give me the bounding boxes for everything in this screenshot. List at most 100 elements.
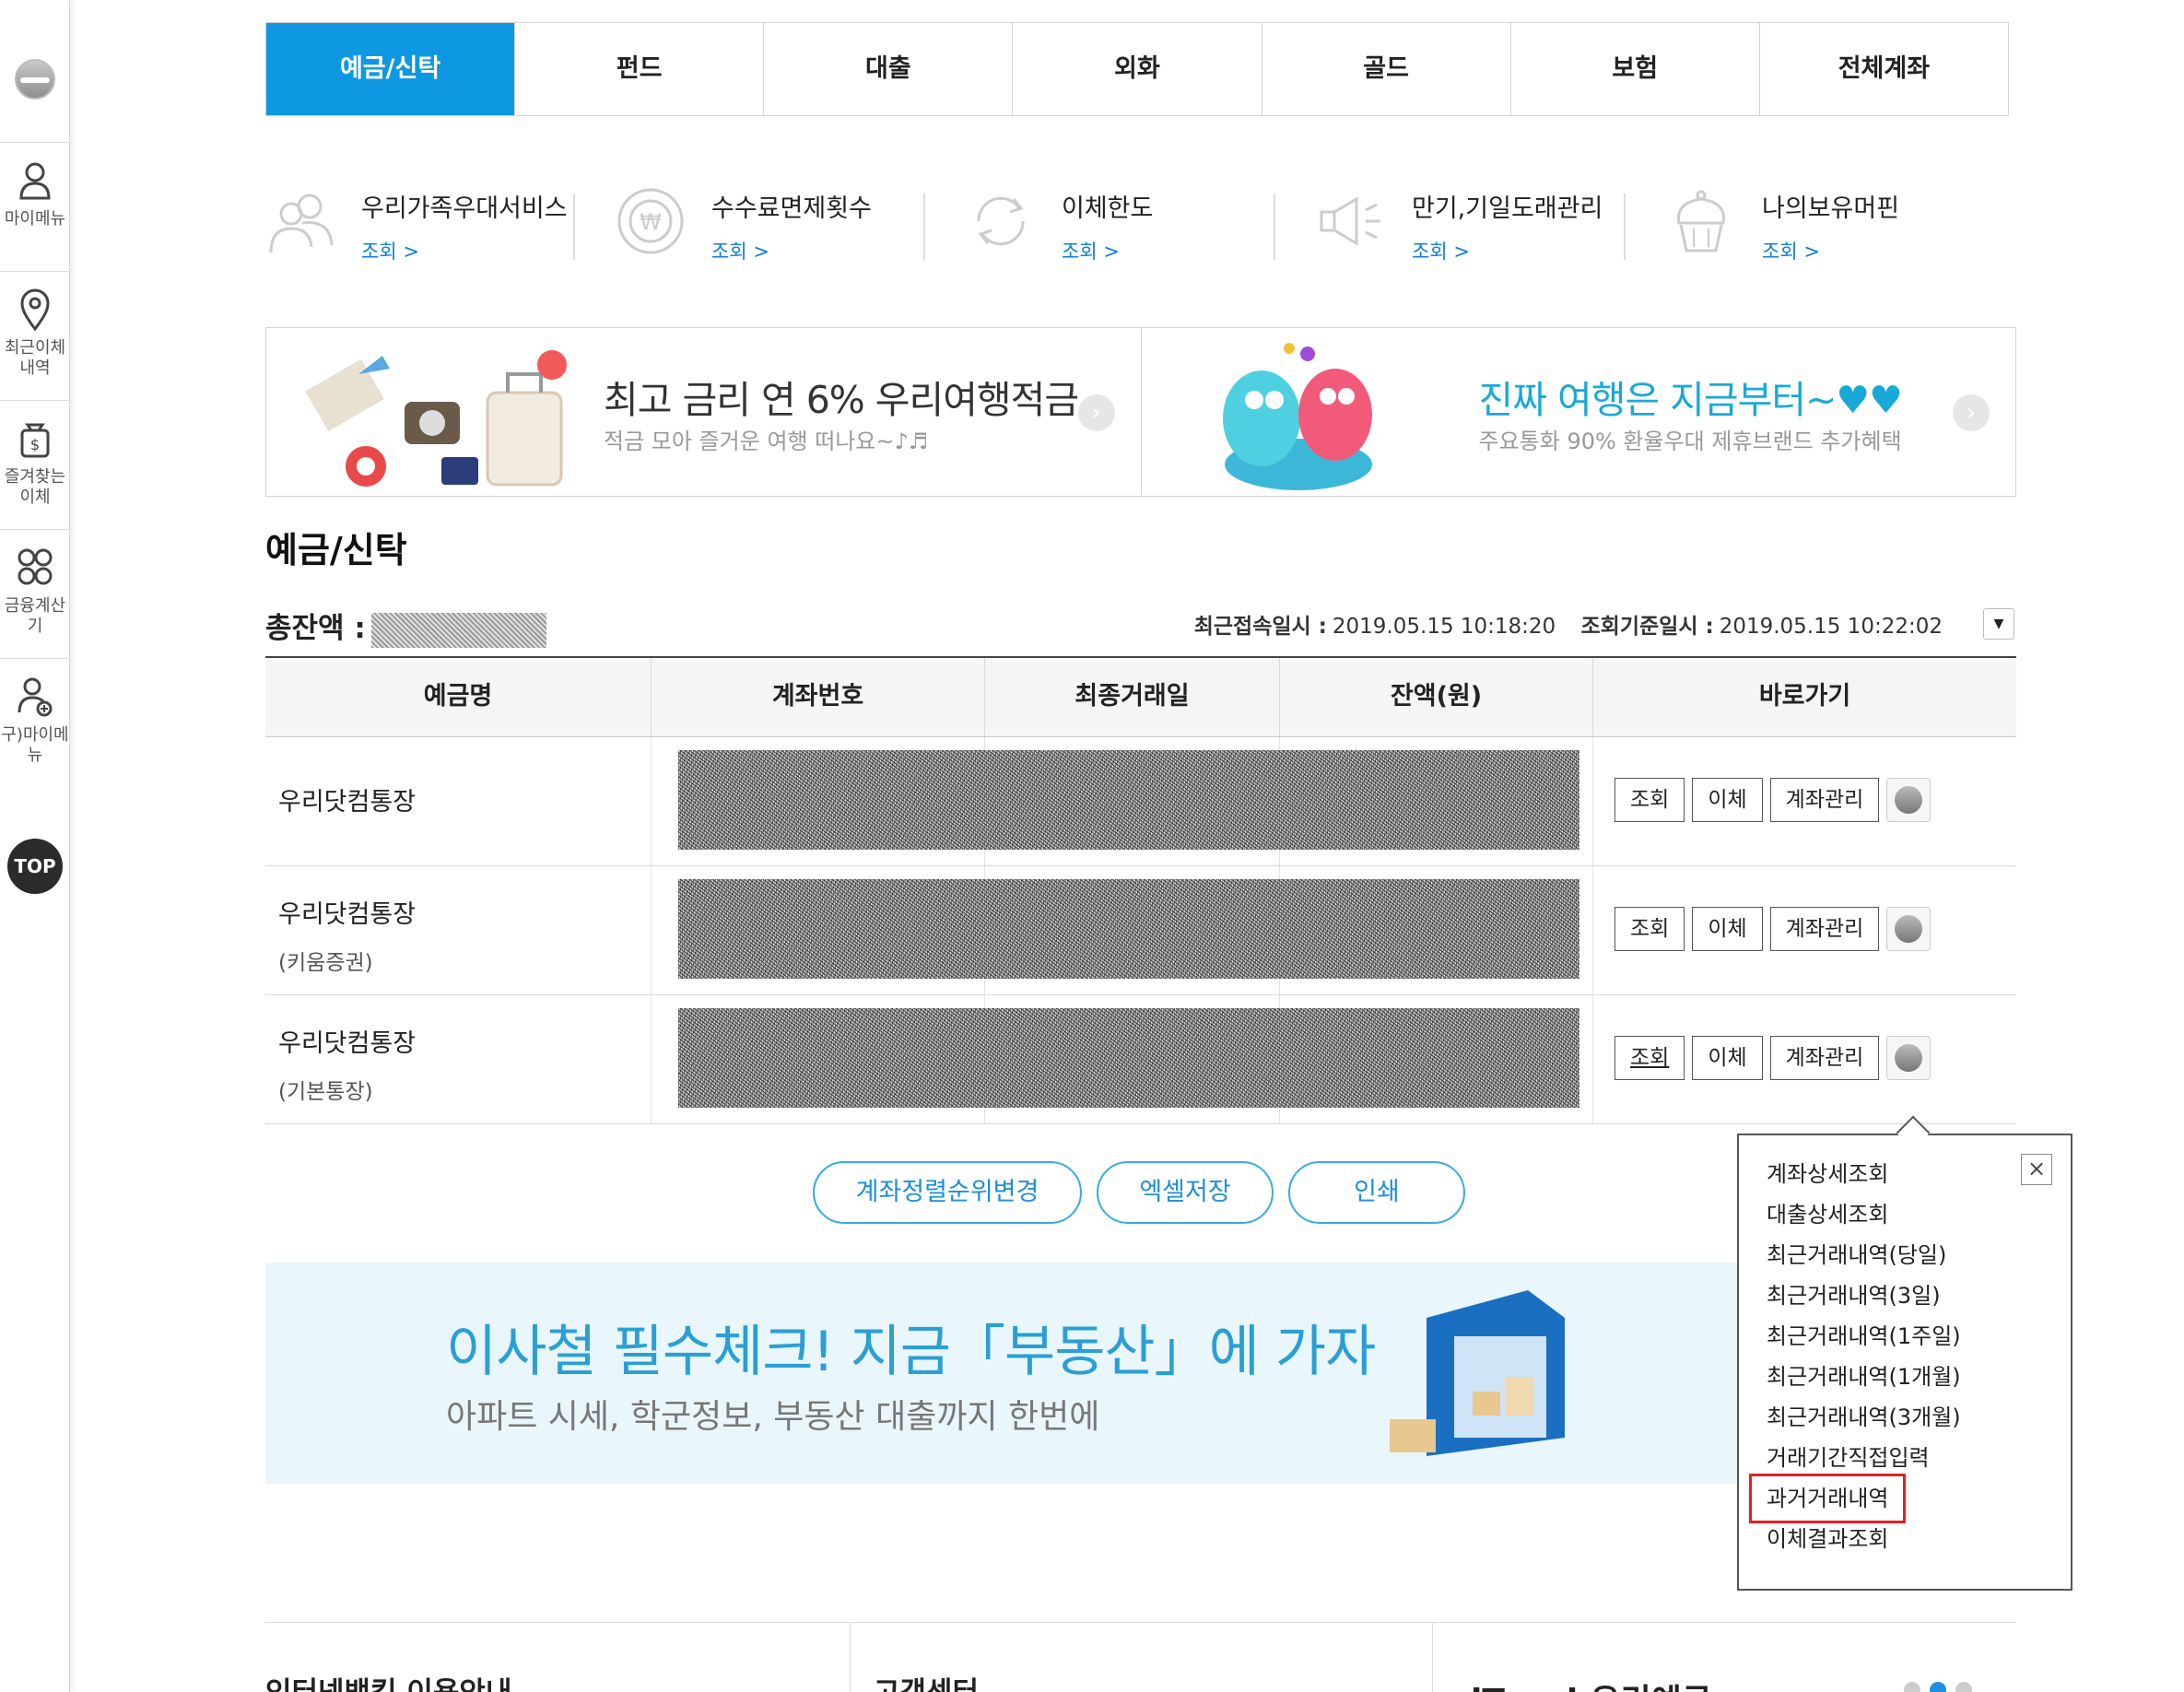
transfer-button[interactable]: 이체: [1692, 907, 1763, 951]
sidebar-label: 금융계산기: [4, 596, 66, 636]
quick-item-fee-waiver: ₩ 수수료면제횟수 조회 >: [573, 177, 966, 280]
banner-travel-exchange[interactable]: 진짜 여행은 지금부터~♥♥ 주요통화 90% 환율우대 제휴브랜드 추가혜택 …: [1140, 328, 2016, 496]
total-balance-label: 총잔액 :: [265, 612, 366, 645]
chevron-down-icon[interactable]: ▼: [1983, 608, 2014, 640]
svg-text:$: $: [30, 436, 40, 453]
query-time: 2019.05.15 10:22:02: [1719, 615, 1943, 639]
sidebar-item-my-menu[interactable]: 마이메뉴: [0, 142, 70, 269]
more-menu-icon[interactable]: [1886, 778, 1932, 822]
banner-subtitle: 적금 모아 즐거운 여행 떠나요~♪♬: [604, 429, 929, 454]
tab-fund[interactable]: 펀드: [514, 23, 763, 115]
menu-item-3days[interactable]: 최근거래내역(3일): [1767, 1275, 2071, 1316]
promo-banners: 최고 금리 연 6% 우리여행적금 적금 모아 즐거운 여행 떠나요~♪♬ › …: [265, 327, 2016, 497]
account-cell: 우리닷컴통장 (기본통장): [265, 995, 651, 1105]
quick-item-muffin: 나의보유머핀조회 >: [1624, 177, 2016, 280]
divider: [850, 1623, 851, 1692]
column-header: 바로가기: [1592, 658, 2016, 736]
refresh-icon: [977, 196, 1025, 246]
row-actions: 조회 이체 계좌관리: [1615, 907, 1932, 951]
table-action-buttons: 계좌정렬순위변경 엑셀저장 인쇄: [813, 1161, 1465, 1224]
banner-next-icon[interactable]: ›: [1953, 394, 1990, 431]
quick-services: 우리가족우대서비스 조회 > ₩ 수수료면제횟수 조회 > 이체한도 조회 > 만기,…: [265, 177, 2016, 280]
itouch-deposit-logo[interactable]: iTouch우리예금: [1471, 1674, 1712, 1692]
account-manage-button[interactable]: 계좌관리: [1769, 1036, 1880, 1080]
tab-foreign-currency[interactable]: 외화: [1012, 23, 1261, 115]
sidebar-label: 구)마이메뉴: [1, 725, 69, 765]
tab-gold[interactable]: 골드: [1261, 23, 1510, 115]
access-dates: 최근접속일시 :2019.05.15 10:18:20 조회기준일시 :2019…: [1194, 608, 1943, 640]
last-access-time: 2019.05.15 10:18:20: [1332, 615, 1556, 639]
quick-view-link[interactable]: 조회 >: [711, 237, 872, 264]
excel-save-button[interactable]: 엑셀저장: [1097, 1161, 1274, 1224]
masked-account-details: [678, 879, 1579, 979]
sidebar-item-favorite-transfers[interactable]: $ 즐겨찾는이체: [0, 400, 70, 527]
account-sub: (키움증권): [278, 951, 373, 975]
internet-banking-guide-link[interactable]: 인터넷뱅킹 이용안내: [265, 1669, 511, 1692]
quick-view-link[interactable]: 조회 >: [1062, 237, 1153, 264]
quick-item-transfer-limit: 이체한도 조회 >: [923, 177, 1316, 280]
tab-loan[interactable]: 대출: [763, 23, 1012, 115]
moving-truck-icon: [1390, 1290, 1565, 1456]
divider: [1432, 1623, 1433, 1692]
view-button[interactable]: 조회: [1615, 907, 1685, 951]
carousel-dot[interactable]: [1955, 1682, 1972, 1692]
won-coin-icon: ₩: [617, 188, 684, 254]
last-access-label: 최근접속일시 :: [1193, 615, 1327, 639]
scroll-top-button[interactable]: TOP: [7, 839, 63, 894]
carousel-dot-active[interactable]: [1930, 1682, 1946, 1692]
column-header: 계좌번호: [651, 658, 984, 736]
carousel-dot[interactable]: [1904, 1682, 1920, 1692]
query-time-label: 조회기준일시 :: [1580, 615, 1714, 639]
tab-all-accounts[interactable]: 전체계좌: [1758, 23, 2008, 115]
menu-item-loan-detail[interactable]: 대출상세조회: [1767, 1194, 2071, 1235]
more-menu-icon[interactable]: [1886, 907, 1932, 951]
sidebar-item-calculator[interactable]: 금융계산기: [0, 529, 70, 656]
megaphone-icon: [1320, 196, 1380, 246]
banner-travel-savings[interactable]: 최고 금리 연 6% 우리여행적금 적금 모아 즐거운 여행 떠나요~♪♬ ›: [266, 328, 1141, 496]
muffin-icon: [1677, 190, 1725, 253]
menu-item-past-transactions[interactable]: 과거거래내역: [1748, 1474, 1907, 1523]
account-manage-button[interactable]: 계좌관리: [1769, 778, 1880, 822]
view-button[interactable]: 조회: [1615, 1036, 1685, 1080]
person-add-icon: [18, 677, 53, 717]
menu-item-1week[interactable]: 최근거래내역(1주일): [1767, 1316, 2071, 1357]
sort-order-button[interactable]: 계좌정렬순위변경: [813, 1161, 1082, 1224]
left-sidebar: 마이메뉴 최근이체내역 $ 즐겨찾는이체 금융계산기 구)마이메뉴 TOP: [0, 0, 70, 1692]
family-icon: [269, 194, 334, 253]
bank-logo-icon[interactable]: [15, 59, 55, 100]
total-balance: 총잔액 :: [265, 605, 546, 648]
menu-item-3months[interactable]: 최근거래내역(3개월): [1767, 1397, 2071, 1438]
customer-center-link[interactable]: 고객센터: [874, 1669, 979, 1692]
money-bag-icon: $: [20, 423, 50, 458]
quick-view-link[interactable]: 조회 >: [361, 237, 568, 264]
quick-view-link[interactable]: 조회 >: [1762, 237, 1899, 264]
quick-view-link[interactable]: 조회 >: [1412, 237, 1603, 264]
account-name: 우리닷컴통장: [278, 1029, 417, 1058]
sidebar-item-recent-transfers[interactable]: 최근이체내역: [0, 271, 70, 398]
view-button[interactable]: 조회: [1615, 778, 1685, 822]
tab-deposit[interactable]: 예금/신탁: [266, 23, 515, 115]
transfer-button[interactable]: 이체: [1692, 778, 1763, 822]
sidebar-item-old-my-menu[interactable]: 구)마이메뉴: [0, 658, 70, 785]
footer: 인터넷뱅킹 이용안내 고객센터 iTouch우리예금: [265, 1622, 2016, 1692]
sidebar-label: 마이메뉴: [4, 209, 66, 229]
menu-item-custom-period[interactable]: 거래기간직접입력: [1767, 1438, 2071, 1478]
menu-item-1month[interactable]: 최근거래내역(1개월): [1767, 1357, 2071, 1397]
menu-item-today[interactable]: 최근거래내역(당일): [1767, 1235, 2071, 1275]
column-header: 예금명: [423, 682, 493, 711]
transfer-button[interactable]: 이체: [1692, 1036, 1763, 1080]
quick-title: 나의보유머핀: [1762, 194, 1900, 223]
print-button[interactable]: 인쇄: [1288, 1161, 1465, 1224]
page-title: 예금/신탁: [265, 530, 407, 570]
tab-insurance[interactable]: 보험: [1509, 23, 1759, 115]
more-menu-icon[interactable]: [1886, 1036, 1932, 1080]
masked-balance: [370, 612, 546, 648]
close-icon[interactable]: ×: [2021, 1154, 2052, 1185]
banner-subtitle: 주요통화 90% 환율우대 제휴브랜드 추가혜택: [1478, 429, 1902, 454]
menu-item-transfer-results[interactable]: 이체결과조회: [1767, 1519, 2071, 1559]
banner-next-icon[interactable]: ›: [1077, 394, 1115, 431]
account-manage-button[interactable]: 계좌관리: [1769, 907, 1880, 951]
carousel-dots: [1904, 1682, 1972, 1692]
table-row: 우리닷컴통장 조회 이체 계좌관리: [265, 737, 2016, 866]
account-sub: (기본통장): [278, 1080, 373, 1104]
